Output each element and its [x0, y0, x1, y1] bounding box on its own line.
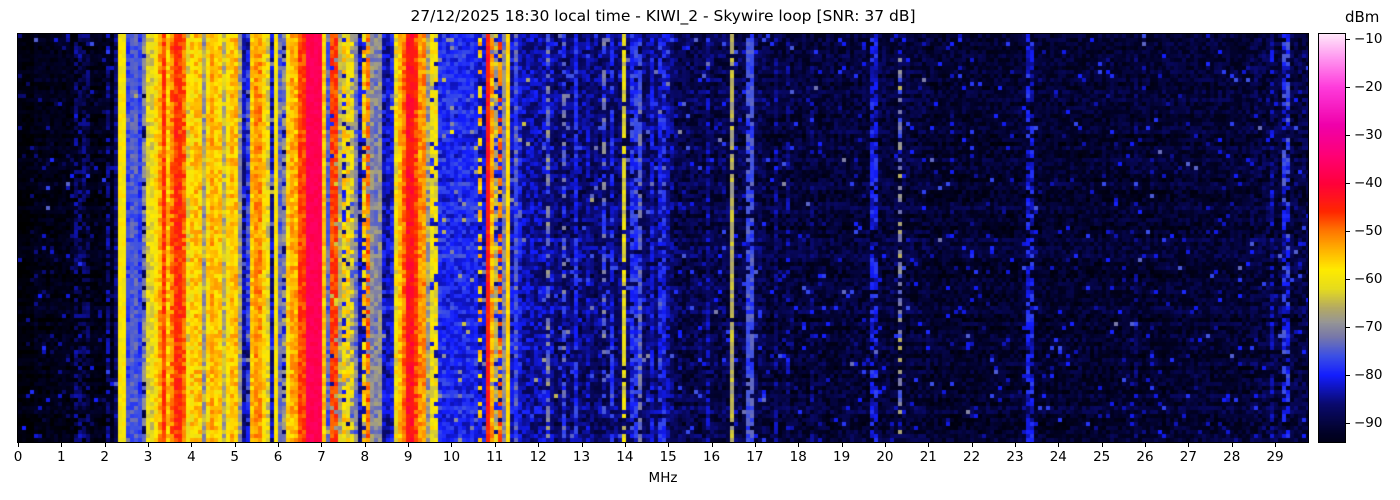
x-tick-mark — [1101, 443, 1103, 447]
colorbar-tick-label: −80 — [1354, 366, 1383, 383]
x-tick-mark — [278, 443, 280, 447]
x-tick-mark — [581, 443, 583, 447]
x-tick-mark — [191, 443, 193, 447]
colorbar-tick-label: −50 — [1354, 222, 1383, 239]
colorbar-tick-mark — [1346, 182, 1350, 184]
colorbar-tick-mark — [1346, 38, 1350, 40]
x-tick-mark — [884, 443, 886, 447]
colorbar-tick-mark — [1346, 326, 1350, 328]
x-tick-mark — [321, 443, 323, 447]
colorbar-tick-label: −30 — [1354, 126, 1383, 143]
x-tick-label: 27 — [1179, 449, 1197, 465]
x-tick-label: 26 — [1136, 449, 1154, 465]
x-tick-mark — [1231, 443, 1233, 447]
x-tick-label: 29 — [1266, 449, 1284, 465]
colorbar-tick-label: −20 — [1354, 78, 1383, 95]
x-tick-mark — [841, 443, 843, 447]
x-tick-label: 16 — [702, 449, 721, 465]
x-tick-mark — [148, 443, 150, 447]
colorbar-tick-mark — [1346, 374, 1350, 376]
x-tick-label: 7 — [317, 449, 326, 465]
x-tick-mark — [364, 443, 366, 447]
page-title: 27/12/2025 18:30 local time - KIWI_2 - S… — [410, 7, 916, 25]
colorbar-tick-label: −60 — [1354, 270, 1383, 287]
x-tick-label: 11 — [486, 449, 504, 465]
x-tick-label: 17 — [746, 449, 764, 465]
x-tick-label: 4 — [187, 449, 196, 465]
x-tick-mark — [61, 443, 63, 447]
colorbar-tick-mark — [1346, 422, 1350, 424]
x-tick-label: 2 — [100, 449, 109, 465]
x-tick-label: 6 — [273, 449, 283, 465]
x-tick-label: 1 — [57, 449, 66, 465]
spectrogram-heatmap — [18, 34, 1308, 442]
x-tick-label: 13 — [572, 449, 591, 465]
spectrogram-figure: 27/12/2025 18:30 local time - KIWI_2 - S… — [0, 0, 1400, 500]
x-tick-label: 14 — [616, 449, 634, 465]
colorbar-tick-mark — [1346, 230, 1350, 232]
colorbar-tick-mark — [1346, 278, 1350, 280]
x-tick-label: 21 — [919, 449, 937, 465]
x-tick-mark — [624, 443, 626, 447]
x-tick-label: 9 — [403, 449, 413, 465]
x-tick-label: 15 — [659, 449, 677, 465]
colorbar-tick-mark — [1346, 134, 1350, 136]
x-tick-label: 22 — [963, 449, 981, 465]
x-tick-label: 5 — [230, 449, 240, 465]
x-tick-label: 28 — [1223, 449, 1241, 465]
x-tick-mark — [798, 443, 800, 447]
x-tick-mark — [1188, 443, 1190, 447]
colorbar-tick-label: −90 — [1354, 414, 1383, 431]
x-tick-label: 18 — [789, 449, 807, 465]
x-tick-mark — [234, 443, 236, 447]
colorbar — [1318, 33, 1346, 443]
x-tick-label: 24 — [1049, 449, 1067, 465]
colorbar-gradient — [1319, 34, 1345, 442]
x-tick-label: 19 — [832, 449, 851, 465]
x-tick-mark — [494, 443, 496, 447]
x-tick-mark — [1014, 443, 1016, 447]
x-tick-mark — [754, 443, 756, 447]
colorbar-tick-mark — [1346, 86, 1350, 88]
colorbar-tick-label: −70 — [1354, 318, 1383, 335]
x-tick-label: 25 — [1093, 449, 1111, 465]
x-tick-mark — [711, 443, 713, 447]
x-tick-label: 10 — [442, 449, 461, 465]
x-tick-mark — [1275, 443, 1277, 447]
x-tick-mark — [1058, 443, 1060, 447]
x-axis-unit-label: MHz — [648, 470, 678, 486]
x-tick-mark — [928, 443, 930, 447]
x-tick-mark — [1145, 443, 1147, 447]
x-tick-mark — [104, 443, 106, 447]
x-tick-mark — [408, 443, 410, 447]
colorbar-unit-label: dBm — [1345, 8, 1380, 26]
x-tick-label: 23 — [1006, 449, 1024, 465]
colorbar-tick-label: −10 — [1354, 30, 1383, 47]
x-tick-label: 8 — [360, 449, 370, 465]
x-tick-mark — [668, 443, 670, 447]
x-tick-mark — [971, 443, 973, 447]
x-tick-label: 0 — [13, 449, 23, 465]
x-tick-mark — [451, 443, 453, 447]
x-tick-mark — [18, 443, 19, 447]
colorbar-tick-label: −40 — [1354, 174, 1383, 191]
waterfall-plot-area — [17, 33, 1309, 443]
x-tick-label: 20 — [876, 449, 894, 465]
x-tick-label: 3 — [143, 449, 153, 465]
x-tick-mark — [538, 443, 540, 447]
x-tick-label: 12 — [529, 449, 547, 465]
